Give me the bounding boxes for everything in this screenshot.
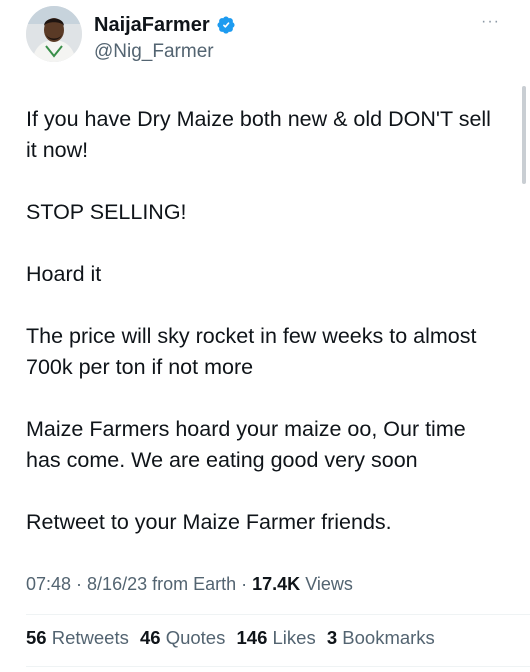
tweet-date[interactable]: 8/16/23 [87,574,147,594]
verified-badge-icon [216,15,236,35]
meta-separator: · [71,574,88,594]
tweet-time[interactable]: 07:48 [26,574,71,594]
author-name-row[interactable]: NaijaFarmer [94,13,236,37]
views-count: 17.4K [252,574,301,594]
likes-stat[interactable]: 146 Likes [237,626,316,650]
retweets-count: 56 [26,627,47,648]
avatar-photo [26,6,82,62]
divider [26,614,530,615]
tweet-source: from Earth [147,574,237,594]
retweets-stat[interactable]: 56 Retweets [26,626,129,650]
divider [26,666,530,667]
tweet-paragraph: Maize Farmers hoard your maize oo, Our t… [26,417,466,472]
engagement-stats: 56 Retweets 46 Quotes 146 Likes 3 Bookma… [26,626,441,650]
tweet-text: If you have Dry Maize both new & old DON… [26,104,496,538]
tweet-paragraph: The price will sky rocket in few weeks t… [26,324,477,379]
bookmarks-count: 3 [326,627,338,648]
quotes-count: 46 [139,627,161,648]
quotes-stat[interactable]: 46 Quotes [140,626,225,650]
tweet-metadata: 07:48 · 8/16/23 from Earth · 17.4K Views [26,572,353,596]
avatar[interactable] [26,6,82,62]
scrollbar[interactable] [522,86,526,184]
tweet-paragraph: Hoard it [26,262,102,286]
tweet-paragraph: If you have Dry Maize both new & old DON… [26,107,491,162]
likes-count: 146 [236,627,268,648]
quotes-label: Quotes [160,627,226,648]
tweet-paragraph: Retweet to your Maize Farmer friends. [26,510,392,534]
author-handle[interactable]: @Nig_Farmer [94,40,214,64]
more-options-button[interactable]: ··· [481,14,500,30]
bookmarks-label: Bookmarks [337,627,435,648]
tweet-card: NaijaFarmer @Nig_Farmer ··· If you have … [0,0,530,672]
author-display-name[interactable]: NaijaFarmer [94,13,210,37]
bookmarks-stat[interactable]: 3 Bookmarks [327,626,435,650]
tweet-paragraph: STOP SELLING! [26,200,187,224]
retweets-label: Retweets [46,627,129,648]
views-label: Views [300,574,353,594]
meta-separator: · [236,574,253,594]
likes-label: Likes [267,627,316,648]
